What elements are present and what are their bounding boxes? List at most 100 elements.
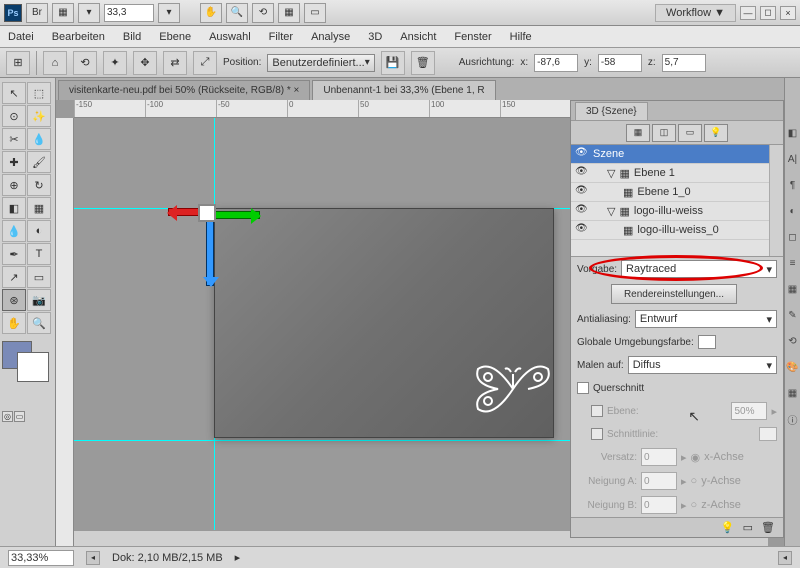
z-input[interactable] xyxy=(662,54,706,72)
eye-icon[interactable]: 👁 xyxy=(575,185,589,199)
dock-char-icon[interactable]: A| xyxy=(786,152,800,166)
menu-datei[interactable]: Datei xyxy=(8,31,34,43)
menu-3d[interactable]: 3D xyxy=(368,31,382,43)
eye-icon[interactable]: 👁 xyxy=(575,166,589,180)
antialiasing-dropdown[interactable]: Entwurf▾ xyxy=(635,310,777,328)
3d-camera-tool[interactable]: 📷 xyxy=(27,289,51,311)
menu-bild[interactable]: Bild xyxy=(123,31,141,43)
3d-pan-icon[interactable]: ✥ xyxy=(133,51,157,75)
tree-ebene1[interactable]: 👁▽ ▦ Ebene 1 xyxy=(571,164,783,183)
filter-mesh-icon[interactable]: ◫ xyxy=(652,124,676,142)
tree-ebene1-0[interactable]: 👁▦ Ebene 1_0 xyxy=(571,183,783,202)
doc-tab-1[interactable]: visitenkarte-neu.pdf bei 50% (Rückseite,… xyxy=(58,80,310,100)
wand-tool[interactable]: ✨ xyxy=(27,105,51,127)
hand-icon[interactable]: ✋ xyxy=(200,3,222,23)
ruler-vertical[interactable] xyxy=(56,118,74,546)
tree-logo[interactable]: 👁▽ ▦ logo-illu-weiss xyxy=(571,202,783,221)
tool-preset-icon[interactable]: ⊞ xyxy=(6,51,30,75)
tree-szene[interactable]: 👁Szene xyxy=(571,145,783,164)
menu-bearbeiten[interactable]: Bearbeiten xyxy=(52,31,105,43)
gizmo-center[interactable] xyxy=(198,204,216,222)
vorgabe-dropdown[interactable]: Raytraced▾ xyxy=(621,260,777,278)
trash-icon[interactable]: 🗑 xyxy=(411,51,435,75)
hand-tool[interactable]: ✋ xyxy=(2,312,26,334)
gradient-tool[interactable]: ▦ xyxy=(27,197,51,219)
zoomtool-icon[interactable]: 🔍 xyxy=(226,3,248,23)
dock-color-icon[interactable]: ◧ xyxy=(786,126,800,140)
malen-dropdown[interactable]: Diffus▾ xyxy=(628,356,777,374)
crop-tool[interactable]: ✂ xyxy=(2,128,26,150)
zoom-dd[interactable]: ▾ xyxy=(158,3,180,23)
3d-home-icon[interactable]: ⌂ xyxy=(43,51,67,75)
dock-layers-icon[interactable]: ≡ xyxy=(786,256,800,270)
status-zoom[interactable] xyxy=(8,550,74,566)
zoom-tool2[interactable]: 🔍 xyxy=(27,312,51,334)
status-scroll-left[interactable]: ◂ xyxy=(778,551,792,565)
querschnitt-checkbox[interactable] xyxy=(577,382,589,394)
arrange-icon[interactable]: ▦ xyxy=(278,3,300,23)
viewextras-icon[interactable]: ▾ xyxy=(78,3,100,23)
dock-path-icon[interactable]: ✎ xyxy=(786,308,800,322)
y-input[interactable] xyxy=(598,54,642,72)
x-input[interactable] xyxy=(534,54,578,72)
shape-tool[interactable]: ▭ xyxy=(27,266,51,288)
heal-tool[interactable]: ✚ xyxy=(2,151,26,173)
status-left-icon[interactable]: ◂ xyxy=(86,551,100,565)
rotate-icon[interactable]: ⟲ xyxy=(252,3,274,23)
path-tool[interactable]: ↗ xyxy=(2,266,26,288)
position-dropdown[interactable]: Benutzerdefiniert... ▾ xyxy=(267,54,374,72)
env-color-swatch[interactable] xyxy=(698,335,716,349)
axis-z[interactable] xyxy=(168,208,202,216)
workspace-switcher[interactable]: Workflow ▼ xyxy=(655,4,736,22)
quickmask-icon[interactable]: ◎ xyxy=(2,411,13,422)
dock-info-icon[interactable]: ⓘ xyxy=(786,412,800,426)
filter-scene-icon[interactable]: ▦ xyxy=(626,124,650,142)
close-icon[interactable]: × xyxy=(780,6,796,20)
eraser-tool[interactable]: ◧ xyxy=(2,197,26,219)
history-tool[interactable]: ↻ xyxy=(27,174,51,196)
tree-scrollbar[interactable] xyxy=(769,145,783,256)
pen-tool[interactable]: ✒ xyxy=(2,243,26,265)
blur-tool[interactable]: 💧 xyxy=(2,220,26,242)
screen-icon[interactable]: ▭ xyxy=(304,3,326,23)
minibridge-icon[interactable]: ▦ xyxy=(52,3,74,23)
brush-tool[interactable]: 🖌 xyxy=(27,151,51,173)
zoom-input[interactable] xyxy=(104,4,154,22)
render-settings-button[interactable]: Rendereinstellungen... xyxy=(611,284,737,304)
marquee-tool[interactable]: ⬚ xyxy=(27,82,51,104)
stamp-tool[interactable]: ⊕ xyxy=(2,174,26,196)
menu-analyse[interactable]: Analyse xyxy=(311,31,350,43)
3d-rotate-icon[interactable]: ⟲ xyxy=(73,51,97,75)
menu-ansicht[interactable]: Ansicht xyxy=(400,31,436,43)
axis-y[interactable] xyxy=(206,220,214,286)
color-swatch[interactable] xyxy=(2,341,32,369)
eye-icon[interactable]: 👁 xyxy=(575,223,589,237)
save-icon[interactable]: 💾 xyxy=(381,51,405,75)
toggle-light-icon[interactable]: 💡 xyxy=(721,521,735,534)
3d-scale-icon[interactable]: ⤢ xyxy=(193,51,217,75)
menu-hilfe[interactable]: Hilfe xyxy=(510,31,532,43)
dodge-tool[interactable]: ◐ xyxy=(27,220,51,242)
tree-logo-0[interactable]: 👁▦ logo-illu-weiss_0 xyxy=(571,221,783,240)
dock-channels-icon[interactable]: ▦ xyxy=(786,282,800,296)
dock-history-icon[interactable]: ⟲ xyxy=(786,334,800,348)
doc-tab-2[interactable]: Unbenannt-1 bei 33,3% (Ebene 1, R xyxy=(312,80,495,100)
panel-tab-3d[interactable]: 3D {Szene} xyxy=(575,102,648,120)
minimize-icon[interactable]: — xyxy=(740,6,756,20)
eye-icon[interactable]: 👁 xyxy=(575,204,589,218)
dock-style-icon[interactable]: ▦ xyxy=(786,386,800,400)
dock-mask-icon[interactable]: ◻ xyxy=(786,230,800,244)
lasso-tool[interactable]: ⊙ xyxy=(2,105,26,127)
eye-icon[interactable]: 👁 xyxy=(575,147,589,161)
eyedropper-tool[interactable]: 💧 xyxy=(27,128,51,150)
menu-auswahl[interactable]: Auswahl xyxy=(209,31,251,43)
screenmode-icon[interactable]: ▭ xyxy=(14,411,25,422)
menu-filter[interactable]: Filter xyxy=(269,31,293,43)
toggle-ground-icon[interactable]: ▭ xyxy=(743,521,753,534)
3d-object-tool[interactable]: ⊛ xyxy=(2,289,26,311)
filter-material-icon[interactable]: ▭ xyxy=(678,124,702,142)
panel-trash-icon[interactable]: 🗑 xyxy=(761,521,775,534)
3d-slide-icon[interactable]: ⇄ xyxy=(163,51,187,75)
menu-fenster[interactable]: Fenster xyxy=(454,31,491,43)
dock-para-icon[interactable]: ¶ xyxy=(786,178,800,192)
